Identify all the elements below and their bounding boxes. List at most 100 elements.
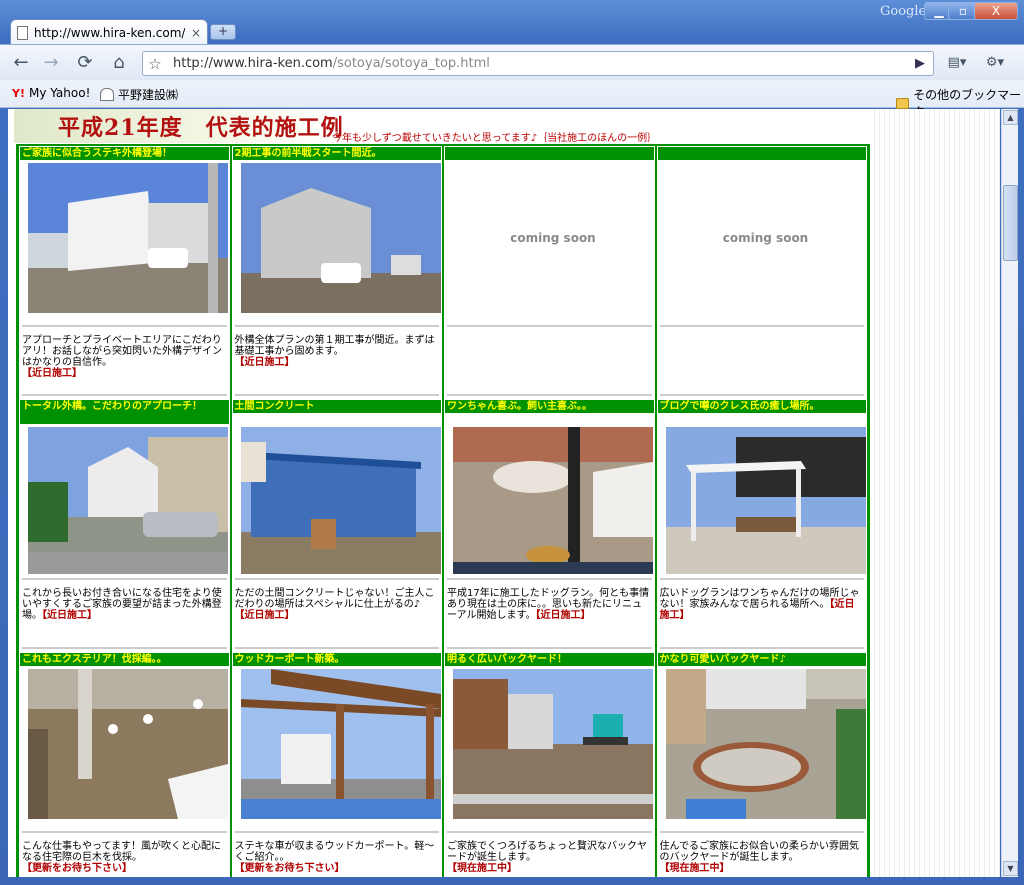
divider — [447, 578, 652, 580]
card-title: ご家族に似合うステキ外構登場！ — [20, 147, 229, 160]
desc-text: 外構全体プランの第１期工事が間近。まずは基礎工事から固めます。 — [234, 335, 435, 357]
divider — [447, 325, 652, 327]
divider — [22, 831, 227, 833]
bookmark-hirano[interactable]: 平野建設㈱ — [100, 86, 178, 103]
url-text[interactable]: http://www.hira-ken.com/sotoya/sotoya_to… — [167, 56, 907, 71]
divider — [234, 325, 439, 327]
card-description: 住んでるご家族にお似合いの柔らかい雰囲気のバックヤードが誕生します。 【現在施工中… — [660, 841, 865, 874]
page-menu-button[interactable]: ▤▾ — [940, 51, 974, 75]
address-bar[interactable]: ☆ http://www.hira-ken.com/sotoya/sotoya_… — [142, 51, 934, 76]
status-tag: 【更新をお待ち下さい】 — [22, 863, 132, 874]
url-host: http://www.hira-ken.com — [173, 56, 333, 71]
status-tag: 【近日施工】 — [22, 368, 82, 379]
work-card: coming soon — [444, 146, 655, 399]
close-window-button[interactable]: X — [974, 2, 1018, 20]
blue-tarp-garage-photo[interactable] — [240, 427, 441, 574]
divider — [234, 578, 439, 580]
scrollbar-thumb[interactable] — [1003, 185, 1018, 261]
bookmarks-bar: Y! My Yahoo! 平野建設㈱ その他のブックマーク — [0, 80, 1024, 119]
page-icon — [100, 88, 114, 101]
work-card: かなり可愛いバックヤード♪ 住んでるご家族にお似合いの柔らかい雰囲気のバックヤー… — [656, 652, 867, 877]
vertical-scrollbar[interactable]: ▲ ▼ — [1001, 109, 1018, 877]
works-grid: ご家族に似合うステキ外構登場！ アプローチとプライベートエリアにこだわりアリ！お… — [16, 144, 870, 877]
back-button[interactable]: ← — [8, 51, 34, 75]
divider — [447, 831, 652, 833]
desc-text: ご家族でくつろげるちょっと贅沢なバックヤードが誕生します。 — [447, 841, 647, 863]
work-card: ブログで噂のクレス氏の癒し場所。 広いドッグランはワンちゃんだけの場所じゃない！… — [656, 399, 867, 652]
divider — [22, 647, 227, 649]
work-card: ワンちゃん喜ぶ。飼い主喜ぶ。。 平成17年に施工したドッグラン。何とも事情あり現… — [444, 399, 655, 652]
work-card: coming soon — [656, 146, 867, 399]
white-modern-house-photo[interactable] — [28, 163, 228, 313]
card-description: こんな仕事もやってます！風が吹くと心配になる住宅際の巨木を伐採。 【更新をお待ち下… — [22, 841, 227, 874]
backyard-excavator-photo[interactable] — [453, 669, 653, 819]
page-icon — [17, 25, 28, 40]
go-icon[interactable]: ▶ — [907, 56, 933, 71]
divider — [659, 394, 864, 396]
scroll-up-icon[interactable]: ▲ — [1003, 110, 1018, 125]
bookmark-star-icon[interactable]: ☆ — [143, 55, 167, 73]
card-title: ワンちゃん喜ぶ。飼い主喜ぶ。。 — [445, 400, 654, 413]
page-subtitle: 今年も少しずつ載せていきたいと思ってます♪｛当社施工のほんの一例｝ — [332, 133, 658, 144]
card-description: 平成17年に施工したドッグラン。何とも事情あり現在は土の床に。。思いも新たにリニ… — [447, 588, 652, 621]
reload-button[interactable]: ⟳ — [72, 51, 98, 75]
desc-text: ただの土間コンクリートじゃない！ご主人こだわりの場所はスペシャルに仕上がるの♪ — [234, 588, 435, 610]
card-title: 2期工事の前半戦スタート間近。 — [232, 147, 441, 160]
circular-patio-photo[interactable] — [665, 669, 866, 819]
scroll-down-icon[interactable]: ▼ — [1003, 861, 1018, 876]
divider — [659, 831, 864, 833]
google-brand: Google — [880, 4, 927, 19]
desc-text: 住んでるご家族にお似合いの柔らかい雰囲気のバックヤードが誕生します。 — [659, 841, 860, 863]
new-tab-button[interactable]: + — [210, 24, 236, 40]
desc-text: アプローチとプライベートエリアにこだわりアリ！お話しながら突如閃いた外構デザイン… — [22, 335, 222, 368]
dog-run-yard-photo[interactable] — [453, 427, 653, 574]
work-card: 明るく広いバックヤード！ ご家族でくつろげるちょっと贅沢なバックヤードが誕生しま… — [444, 652, 655, 877]
divider — [447, 394, 652, 396]
divider — [447, 647, 652, 649]
work-card: ウッドカーポート新築。 ステキな車が収まるウッドカーポート。軽〜くご紹介。。 【更… — [231, 652, 442, 877]
card-description: これから長いお付き合いになる住宅をより使いやすくするご家族の要望が詰まった外構登… — [22, 588, 227, 621]
tree-cutting-workers-photo[interactable] — [28, 669, 228, 819]
card-description: ステキな車が収まるウッドカーポート。軽〜くご紹介。。 【更新をお待ち下さい】 — [235, 841, 440, 874]
yahoo-icon: Y! — [12, 86, 25, 100]
work-card: 土間コンクリート ただの土間コンクリートじゃない！ご主人こだわりの場所はスペシャ… — [231, 399, 442, 652]
grey-house-bare-lot-photo[interactable] — [240, 163, 441, 313]
card-title — [445, 147, 654, 160]
tab-strip: http://www.hira-ken.com/... × + Google ▁… — [0, 0, 1024, 45]
tab-title: http://www.hira-ken.com/... — [34, 25, 185, 40]
card-title: ブログで噂のクレス氏の癒し場所。 — [657, 400, 866, 413]
bookmark-label: 平野建設㈱ — [118, 88, 179, 102]
forward-button[interactable]: → — [38, 51, 64, 75]
card-description: ただの土間コンクリートじゃない！ご主人こだわりの場所はスペシャルに仕上がるの♪【… — [235, 588, 440, 621]
browser-tab[interactable]: http://www.hira-ken.com/... × — [10, 19, 208, 45]
status-tag: 【近日施工】 — [42, 610, 97, 621]
page-content: 平成21年度 代表的施工例 今年も少しずつ載せていきたいと思ってます♪｛当社施工… — [8, 109, 1000, 877]
bookmark-label: My Yahoo! — [28, 86, 91, 100]
home-button[interactable]: ⌂ — [106, 51, 132, 75]
divider — [22, 578, 227, 580]
card-title: これもエクステリア！伐採編。。 — [20, 653, 229, 666]
divider — [659, 578, 864, 580]
house-with-silver-car-photo[interactable] — [28, 427, 228, 574]
card-description: ご家族でくつろげるちょっと贅沢なバックヤードが誕生します。 【現在施工中】 — [447, 841, 652, 874]
header-banner: 平成21年度 代表的施工例 — [14, 109, 343, 143]
divider — [659, 647, 864, 649]
tools-menu-button[interactable]: ⚙▾ — [978, 51, 1012, 75]
white-pergola-photo[interactable] — [665, 427, 866, 574]
card-title: 土間コンクリート — [232, 400, 441, 413]
work-card: これもエクステリア！伐採編。。 こんな仕事もやってます！風が吹くと心配になる住宅… — [19, 652, 230, 877]
status-tag: 【現在施工中】 — [659, 863, 730, 874]
wood-carport-construction-photo[interactable] — [240, 669, 441, 819]
card-title: かなり可愛いバックヤード♪ — [657, 653, 866, 666]
status-tag: 【近日施工】 — [234, 610, 295, 621]
coming-soon-placeholder: coming soon — [453, 163, 653, 313]
card-description: アプローチとプライベートエリアにこだわりアリ！お話しながら突如閃いた外構デザイン… — [22, 335, 227, 379]
divider — [659, 325, 864, 327]
status-tag: 【近日施工】 — [535, 610, 591, 621]
folder-icon — [896, 97, 910, 109]
tab-close-icon[interactable]: × — [191, 26, 201, 40]
bookmark-myyahoo[interactable]: Y! My Yahoo! — [12, 86, 90, 100]
background-stripes — [870, 109, 1000, 877]
card-description: 広いドッグランはワンちゃんだけの場所じゃない！家族みんなで居られる場所へ。【近日… — [660, 588, 865, 621]
card-title: 明るく広いバックヤード！ — [445, 653, 654, 666]
